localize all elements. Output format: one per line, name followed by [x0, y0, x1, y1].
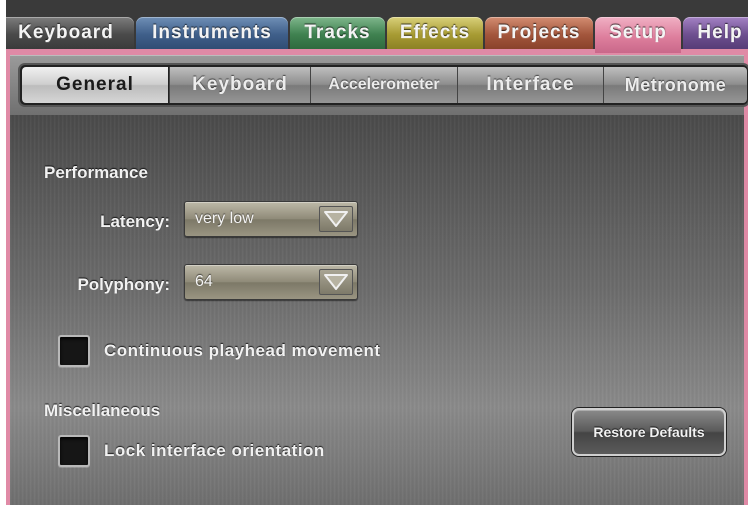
polyphony-label: Polyphony: [77, 275, 170, 294]
tab-tracks[interactable]: Tracks [290, 17, 385, 49]
lock-orientation-label: Lock interface orientation [104, 441, 325, 460]
tab-setup[interactable]: Setup [595, 17, 681, 53]
sub-tab-accelerometer[interactable]: Accelerometer [310, 67, 457, 103]
continuous-playhead-checkbox[interactable] [58, 335, 90, 367]
latency-value: very low [195, 210, 254, 227]
setup-panel: General Keyboard Accelerometer Interface… [6, 49, 748, 505]
chevron-down-icon [319, 206, 353, 232]
tab-help[interactable]: Help [683, 17, 748, 49]
performance-heading: Performance [44, 163, 148, 182]
restore-defaults-button[interactable]: Restore Defaults [572, 408, 726, 456]
latency-label: Latency: [100, 212, 170, 231]
miscellaneous-heading: Miscellaneous [44, 401, 161, 420]
tab-effects[interactable]: Effects [387, 17, 483, 49]
tab-instruments[interactable]: Instruments [136, 17, 288, 49]
tab-keyboard[interactable]: Keyboard [6, 17, 134, 49]
app-window: Keyboard Instruments Tracks Effects Proj… [6, 0, 748, 505]
sub-tab-interface[interactable]: Interface [457, 67, 603, 103]
top-tab-bar: Keyboard Instruments Tracks Effects Proj… [6, 17, 748, 53]
latency-select[interactable]: very low [184, 201, 358, 237]
polyphony-select[interactable]: 64 [184, 264, 358, 300]
continuous-playhead-label: Continuous playhead movement [104, 341, 381, 360]
sub-tab-group: General Keyboard Accelerometer Interface… [20, 65, 748, 105]
sub-tab-general[interactable]: General [22, 67, 168, 103]
lock-orientation-checkbox[interactable] [58, 435, 90, 467]
polyphony-value: 64 [195, 273, 213, 290]
sub-tab-bar: General Keyboard Accelerometer Interface… [10, 55, 748, 116]
sub-tab-metronome[interactable]: Metronome [603, 67, 747, 103]
chevron-down-icon [319, 269, 353, 295]
tab-projects[interactable]: Projects [485, 17, 593, 49]
sub-tab-keyboard[interactable]: Keyboard [169, 67, 310, 103]
general-settings-content: Performance Latency: very low Polyphony:… [10, 115, 744, 505]
